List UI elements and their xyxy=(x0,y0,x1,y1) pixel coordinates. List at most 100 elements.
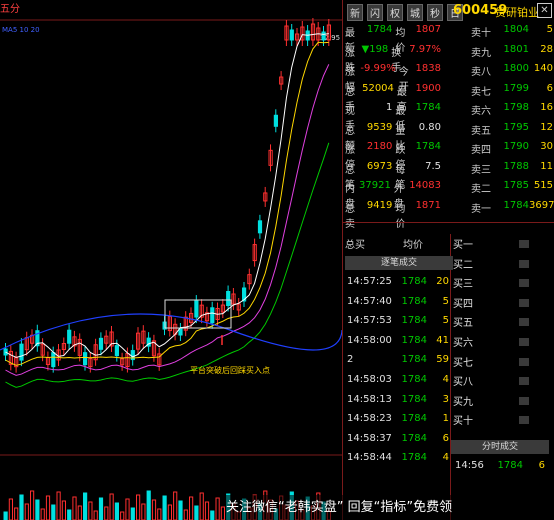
sell-level-label: 卖十 xyxy=(471,28,491,39)
sell-level-volume: 11 xyxy=(540,160,553,172)
sell-level-volume: 6 xyxy=(546,82,553,94)
volume-bar xyxy=(215,497,220,520)
sell-level-row[interactable]: 卖三 1788 11 xyxy=(471,161,554,178)
minute-tick-vol: 6 xyxy=(538,460,545,471)
tick-price: 1784 xyxy=(401,354,427,366)
kline-svg xyxy=(0,18,342,520)
candle-body xyxy=(98,337,104,350)
tick-header[interactable]: 逐笔成交 xyxy=(345,256,453,270)
sell-level-row[interactable]: 卖五 1795 12 xyxy=(471,122,554,139)
buy-level-row[interactable]: 买四 xyxy=(451,295,553,313)
quote-value: 7.5 xyxy=(425,160,442,172)
minute-tick-time: 14:56 xyxy=(455,460,484,471)
tick-time: 14:57:25 xyxy=(347,276,392,287)
tab-new[interactable]: 新 xyxy=(347,3,363,21)
buy-level-label: 买三 xyxy=(453,279,473,291)
tick-volume: 5 xyxy=(442,295,449,307)
sell-level-row[interactable]: 卖八 1800 140 xyxy=(471,63,554,80)
buy-level-placeholder xyxy=(519,377,529,386)
quote-label: 现手 xyxy=(345,106,355,132)
buy-level-row[interactable]: 买九 xyxy=(451,393,553,411)
quote-row: 总笔 6973 每笔 7.5 xyxy=(345,160,442,191)
tick-row: 14:57:53 1784 5 xyxy=(347,315,451,333)
tick-time: 14:58:37 xyxy=(347,432,392,444)
sell-level-row[interactable]: 卖四 1790 30 xyxy=(471,141,554,158)
quote-value: 9539 xyxy=(366,121,393,133)
quote-value: -9.99% xyxy=(360,63,396,74)
sell-level-row[interactable]: 卖十 1804 5 xyxy=(471,24,554,41)
volume-bar xyxy=(45,495,51,520)
sell-level-price: 1784 xyxy=(503,199,529,211)
buy-level-row[interactable]: 买六 xyxy=(451,334,553,352)
tick-time: 14:58:00 xyxy=(347,334,392,346)
volume-bar xyxy=(136,494,141,520)
sell-level-row[interactable]: 卖六 1798 16 xyxy=(471,102,554,119)
volume-bar xyxy=(167,504,173,520)
kline-chart-area[interactable]: 五分 MA5 10 20 32.95 平台突破后回踩买入点 xyxy=(0,0,342,520)
buy-level-row[interactable]: 买七 xyxy=(451,354,553,372)
quote-label: 每笔 xyxy=(395,164,406,191)
minute-trades-tab[interactable]: 分时成交 xyxy=(451,440,549,454)
buy-level-row[interactable]: 买五 xyxy=(451,314,553,332)
buy-level-placeholder xyxy=(519,396,529,405)
volume-bar xyxy=(151,499,157,520)
tick-volume: 59 xyxy=(436,354,449,366)
volume-bar xyxy=(72,496,77,520)
buy-level-row[interactable]: 买三 xyxy=(451,275,553,293)
close-icon[interactable]: ✕ xyxy=(537,3,552,18)
buy-level-label: 买八 xyxy=(453,377,473,389)
volume-bar xyxy=(104,506,109,520)
minute-tick-row: 14:56 1784 6 xyxy=(455,460,549,471)
quote-label: 最低 xyxy=(395,106,406,132)
quote-value: 1784 xyxy=(366,24,393,35)
minute-tick-price: 1784 xyxy=(497,460,523,471)
quote-row: 总卖 9419 均价 1871 xyxy=(345,200,441,230)
candle-body xyxy=(289,29,294,41)
sell-level-row[interactable]: 卖二 1785 515 xyxy=(471,180,554,197)
buy-level-row[interactable]: 买八 xyxy=(451,373,553,391)
candle-body xyxy=(19,343,24,361)
tick-row: 14:58:44 1784 4 xyxy=(347,452,451,470)
candle-body xyxy=(51,352,56,368)
volume-bar xyxy=(146,490,151,520)
quote-label: 最新 xyxy=(345,28,355,54)
sell-level-row[interactable]: 卖一 1784 3697 xyxy=(471,200,554,217)
sell-level-label: 卖六 xyxy=(471,106,491,117)
sell-level-row[interactable]: 卖九 1801 28 xyxy=(471,44,554,61)
buy-level-row[interactable]: 买二 xyxy=(451,256,553,274)
volume-bar xyxy=(19,494,24,520)
sell-level-price: 1788 xyxy=(503,160,529,172)
quote-value: 0.80 xyxy=(418,121,442,133)
tick-row: 14:58:23 1784 1 xyxy=(347,413,451,431)
tick-time: 14:58:23 xyxy=(347,413,392,425)
sell-level-volume: 28 xyxy=(540,43,553,55)
stock-name: 贵研铂业 xyxy=(495,6,539,19)
buy-level-placeholder xyxy=(519,416,529,425)
quote-value: 1900 xyxy=(415,82,441,94)
tab-rights[interactable]: 权 xyxy=(387,3,403,21)
tick-volume: 20 xyxy=(436,276,449,287)
buy-level-label: 买九 xyxy=(453,396,473,408)
sell-level-row[interactable]: 卖七 1799 6 xyxy=(471,83,554,100)
quote-value: 1807 xyxy=(415,24,442,35)
tick-time: 14:57:40 xyxy=(347,295,392,307)
tab-second[interactable]: 秒 xyxy=(427,3,443,21)
volume-bar xyxy=(109,493,114,520)
tab-city[interactable]: 城 xyxy=(407,3,423,21)
divider xyxy=(343,222,554,223)
quote-row: 内盘 37921 外盘 14083 xyxy=(345,180,441,210)
tick-price: 1784 xyxy=(401,276,427,287)
buy-level-row[interactable]: 买一 xyxy=(451,236,553,254)
total-buy-label: 总买 xyxy=(345,240,365,251)
sell-level-label: 卖九 xyxy=(471,47,491,59)
quote-row: 涨停 2180 跌停 1784 xyxy=(345,141,441,171)
volume-bar xyxy=(157,508,162,520)
quote-value: 1 xyxy=(385,102,393,113)
volume-bar xyxy=(114,502,120,520)
sell-level-volume: 12 xyxy=(540,121,553,133)
quote-label: 内盘 xyxy=(345,184,355,210)
volume-bar xyxy=(51,504,56,520)
tab-flash[interactable]: 闪 xyxy=(367,3,383,21)
buy-level-row[interactable]: 买十 xyxy=(451,412,553,430)
quote-label: 总手 xyxy=(345,86,355,113)
